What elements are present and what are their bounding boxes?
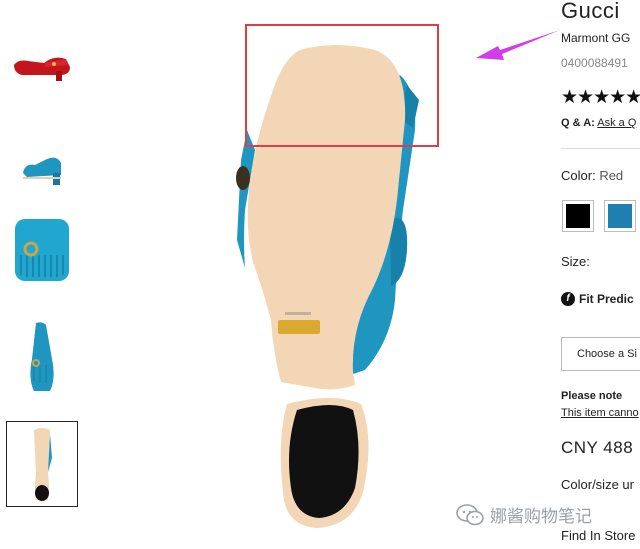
size-select[interactable]: Choose a Si (561, 337, 640, 371)
sole-view-image (34, 428, 52, 501)
note-link[interactable]: This item canno (561, 407, 639, 419)
size-select-text: Choose a Si (577, 348, 637, 360)
red-shoe-image (14, 57, 70, 81)
product-info-panel: Gucci Marmont GG 0400088491 ★★★★★ Q & A:… (561, 0, 640, 549)
ask-question-link[interactable]: Ask a Q (597, 117, 636, 129)
note-title: Please note (561, 390, 623, 402)
fit-predictor-icon: f (561, 292, 575, 306)
thumbnail-top-view[interactable] (6, 318, 78, 396)
thumbnail-red-shoes[interactable] (6, 40, 78, 90)
color-label: Color: (561, 168, 596, 183)
front-detail-image (15, 219, 69, 281)
divider (561, 148, 640, 149)
sole-stamp (278, 320, 320, 334)
highlight-box (245, 24, 439, 147)
product-name: Marmont GG (561, 31, 631, 45)
top-view-image (30, 322, 54, 391)
wechat-icon (456, 503, 484, 525)
watermark-text: 娜酱购物笔记 (490, 507, 592, 526)
color-row: Color: Red (561, 168, 623, 183)
swatch-blue[interactable] (604, 200, 636, 232)
swatch-black[interactable] (562, 200, 594, 232)
rating-stars[interactable]: ★★★★★ (561, 86, 640, 109)
thumbnail-side-view[interactable] (6, 142, 78, 192)
watermark: 娜酱购物笔记 (456, 502, 592, 527)
pointer-arrow (476, 30, 560, 60)
find-in-store-link[interactable]: Find In Store (561, 528, 635, 543)
color-size-text: Color/size ur (561, 477, 634, 492)
thumbnail-list (0, 0, 90, 549)
side-shoe-image (23, 157, 61, 185)
qa-row: Q & A: Ask a Q (561, 117, 636, 129)
brand-name[interactable]: Gucci (561, 0, 620, 24)
qa-label: Q & A: (561, 117, 595, 129)
color-value: Red (599, 168, 624, 183)
thumbnail-sole-view[interactable] (6, 421, 78, 507)
product-sku: 0400088491 (561, 56, 628, 70)
price: CNY 488 (561, 438, 634, 457)
size-label: Size: (561, 254, 590, 269)
fit-predictor-link[interactable]: f Fit Predic (561, 292, 634, 306)
thumbnail-front-detail[interactable] (6, 214, 78, 286)
heel-cap (289, 405, 359, 518)
fit-predictor-label: Fit Predic (579, 292, 634, 306)
